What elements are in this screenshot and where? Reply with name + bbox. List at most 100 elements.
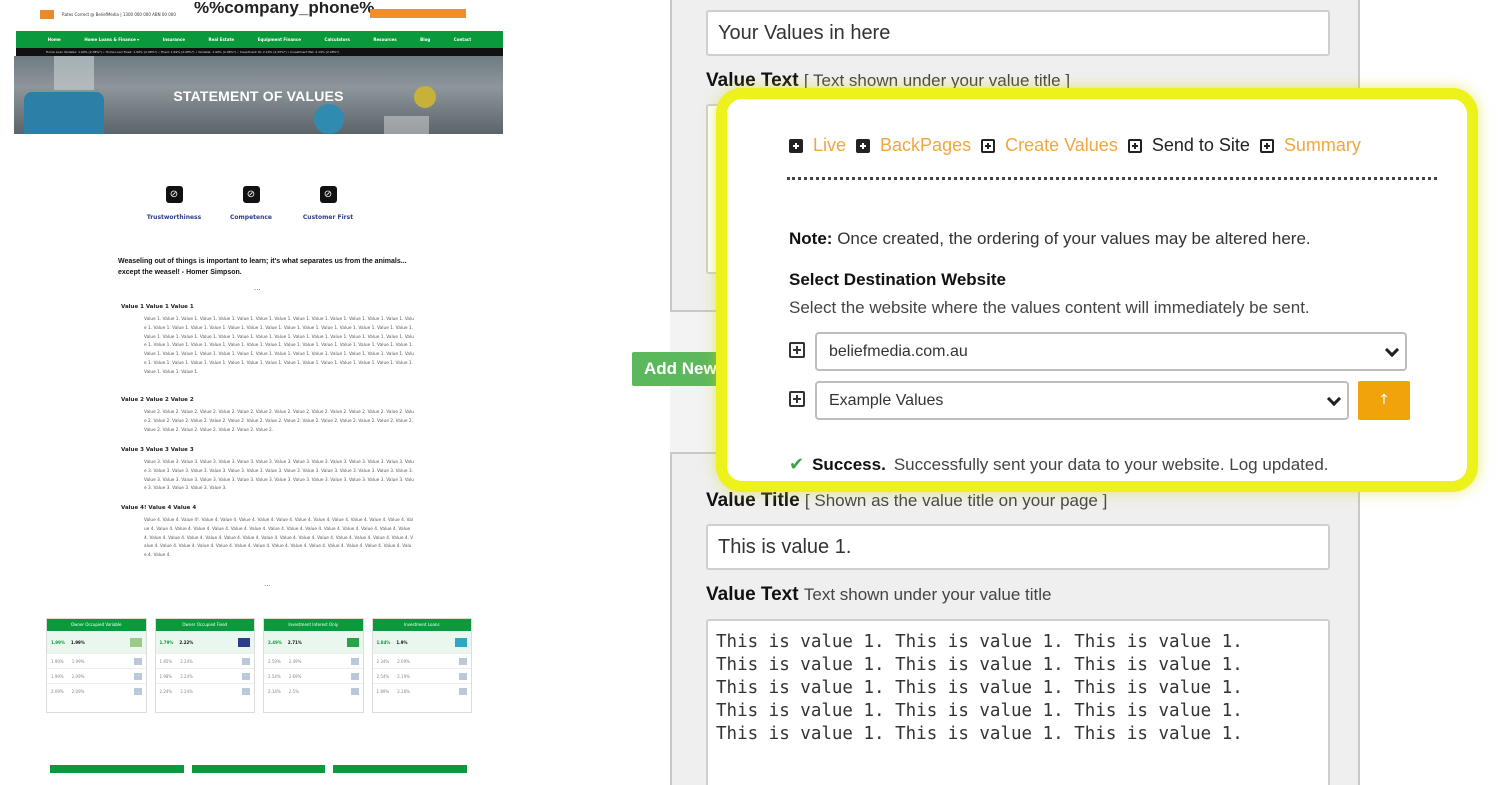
- rate-row: 2.34% 2.09%: [372, 653, 471, 668]
- calculator-icon[interactable]: [459, 657, 467, 665]
- rate-row: 1.98% 2.24%: [155, 668, 254, 683]
- rate-card[interactable]: Owner Occupied Fixed 1.79% 2.22% 1.85% 2.…: [154, 618, 255, 713]
- rate-main: 1.79% 2.22%: [155, 631, 254, 653]
- tab-summary[interactable]: Summary: [1259, 135, 1361, 156]
- calculator-icon[interactable]: [242, 672, 250, 680]
- calculator-icon[interactable]: [133, 672, 142, 680]
- rate-row: 2.54% 2.69%: [264, 668, 363, 683]
- comparison-rate: 1.9%: [396, 639, 408, 645]
- rate-cards: Owner Occupied Variable 1.99% 1.99% 1.99…: [46, 618, 472, 713]
- value-icon-label: Trustworthiness: [146, 214, 202, 221]
- rate-card[interactable]: Owner Occupied Variable 1.99% 1.99% 1.99…: [46, 618, 147, 713]
- rate-row: 2.24% 2.24%: [155, 683, 254, 698]
- calculator-icon[interactable]: [242, 657, 250, 665]
- rate-chart-icon: [129, 637, 142, 647]
- nav-item-blog[interactable]: Blog: [420, 37, 430, 42]
- calculator-icon[interactable]: [350, 672, 359, 680]
- rate-value: 1.84%: [376, 639, 391, 645]
- rate-card[interactable]: Investment Interest Only 2.49% 2.71% 2.5…: [263, 618, 364, 713]
- rate-cell: 1.99%: [51, 673, 64, 679]
- hero-window: [54, 56, 94, 90]
- rate-card-title: Owner Occupied Fixed: [155, 619, 254, 631]
- rate-cell: 1.99%: [51, 658, 64, 664]
- hero-title: STATEMENT OF VALUES: [173, 88, 344, 104]
- note-text: Once created, the ordering of your value…: [837, 229, 1311, 248]
- value-body: Value 1. Value 1. Value 1. Value 1. Valu…: [144, 317, 414, 375]
- calculator-icon[interactable]: [350, 687, 359, 695]
- tab-label: Summary: [1283, 135, 1361, 155]
- success-message: ✔ Success. Successfully sent your data t…: [789, 454, 1329, 475]
- rate-cell: 1.98%: [159, 673, 173, 679]
- values-icons: ⊘ Trustworthiness ⊘ Competence ⊘ Custome…: [144, 182, 374, 222]
- site-cta-button[interactable]: [370, 9, 466, 18]
- send-button[interactable]: ↑: [1358, 381, 1410, 420]
- tab-label: Create Values: [1005, 135, 1118, 155]
- values-select[interactable]: Example Values: [815, 381, 1349, 420]
- site-nav: Home Home Loans & Finance ▾ Insurance Re…: [16, 31, 503, 48]
- plus-box-icon[interactable]: [789, 342, 805, 358]
- value-title-label: Value Title [ Shown as the value title o…: [706, 490, 1107, 512]
- site-logo[interactable]: [40, 10, 54, 19]
- calculator-icon[interactable]: [133, 687, 142, 695]
- rate-cell: 2.24%: [180, 673, 193, 679]
- nav-item-insurance[interactable]: Insurance: [163, 37, 185, 42]
- tab-send-to-site[interactable]: Send to Site: [1127, 135, 1250, 156]
- site-topbar-text: Rates Correct @ BeliefMedia | 1300 000 0…: [62, 12, 176, 17]
- add-new-button[interactable]: Add New: [632, 352, 722, 386]
- site-phone[interactable]: %%company_phone%: [194, 2, 374, 18]
- comparison-rate: 2.71%: [287, 639, 302, 645]
- footer-card-header: [191, 765, 326, 773]
- rate-cell: 2.5%: [288, 688, 299, 694]
- rate-chart-icon: [238, 637, 250, 647]
- rate-row: 1.99% 2.09%: [47, 668, 146, 683]
- rate-value: 2.49%: [268, 639, 282, 645]
- rate-cell: 2.28%: [397, 688, 410, 694]
- rate-cell: 2.34%: [268, 688, 281, 694]
- rate-row: 2.54% 2.19%: [372, 668, 471, 683]
- footer-card-header: [333, 765, 468, 773]
- nav-item-home[interactable]: Home: [48, 37, 61, 42]
- footer-card-headers: [50, 765, 468, 773]
- separator-dots: ...: [254, 284, 261, 292]
- rates-ticker: Home Loan Variable: 1.99% (2.08%*) • Hom…: [16, 48, 503, 56]
- rate-chart-icon: [455, 637, 467, 647]
- nav-item-calculators[interactable]: Calculators: [325, 37, 350, 42]
- calculator-icon[interactable]: [459, 672, 467, 680]
- tab-live[interactable]: Live: [789, 135, 846, 156]
- value-title-input[interactable]: This is value 1.: [706, 524, 1330, 570]
- check-circle-icon: ⊘: [165, 186, 183, 203]
- tab-label: BackPages: [880, 135, 972, 155]
- plus-box-icon: [1127, 138, 1142, 153]
- calculator-icon[interactable]: [350, 657, 359, 665]
- website-select[interactable]: beliefmedia.com.au: [815, 332, 1407, 371]
- minus-box-icon: [856, 138, 871, 153]
- value-body: Value 3. Value 3. Value 3. Value 3. Valu…: [144, 460, 414, 492]
- values-title-input[interactable]: Your Values in here: [706, 10, 1330, 56]
- destination-title: Select Destination Website: [789, 270, 1006, 289]
- tab-create-values[interactable]: Create Values: [981, 135, 1118, 156]
- value-text-area[interactable]: This is value 1. This is value 1. This i…: [706, 619, 1330, 785]
- nav-item-resources[interactable]: Resources: [373, 37, 396, 42]
- comparison-rate: 1.99%: [70, 639, 85, 645]
- rate-cell: 2.09%: [71, 688, 85, 694]
- tab-backpages[interactable]: BackPages: [856, 135, 971, 156]
- rate-row: 2.34% 2.5%: [264, 683, 363, 698]
- nav-item-real-estate[interactable]: Real Estate: [208, 37, 234, 42]
- value-text-hint: Text shown under your value title: [803, 585, 1052, 604]
- rate-value: 1.99%: [51, 639, 65, 645]
- chevron-down-icon: [1326, 391, 1342, 407]
- calculator-icon[interactable]: [459, 687, 467, 695]
- rate-cell: 2.59%: [268, 658, 281, 664]
- hero-stool: [314, 104, 344, 134]
- value-title-label-text: Value Title: [706, 490, 800, 511]
- value-icon-block: ⊘ Customer First: [288, 182, 368, 221]
- rate-card[interactable]: Investment Loans 1.84% 1.9% 2.34% 2.09% 2…: [371, 618, 472, 713]
- rate-card-title: Owner Occupied Variable: [47, 619, 146, 631]
- plus-box-icon[interactable]: [789, 391, 805, 407]
- calculator-icon[interactable]: [133, 657, 142, 665]
- calculator-icon[interactable]: [242, 687, 250, 695]
- nav-item-contact[interactable]: Contact: [454, 37, 471, 42]
- nav-item-equipment-finance[interactable]: Equipment Finance: [258, 37, 301, 42]
- nav-item-home-loans[interactable]: Home Loans & Finance ▾: [84, 37, 139, 42]
- value-title: Value 3 Value 3 Value 3: [121, 447, 194, 453]
